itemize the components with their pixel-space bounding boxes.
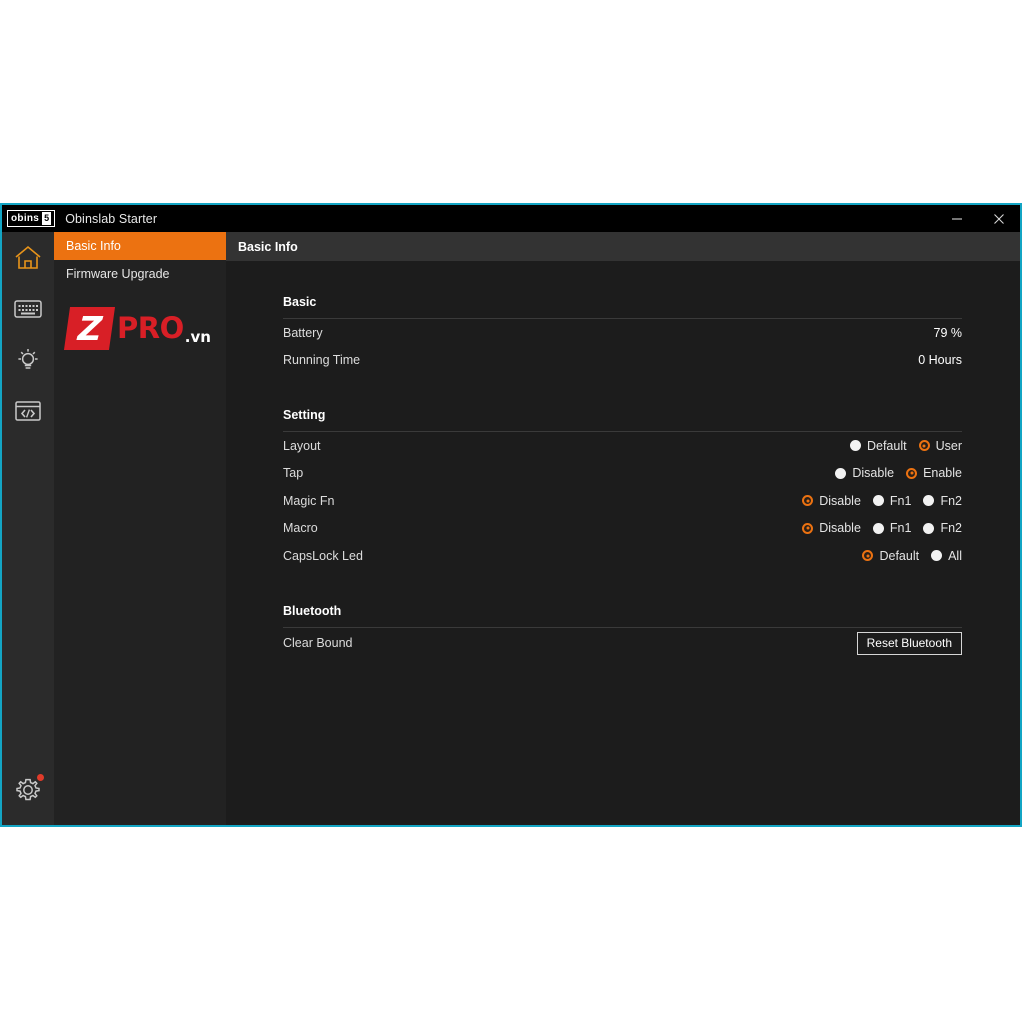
radio-indicator: [923, 522, 935, 534]
radio-indicator: [802, 495, 814, 507]
section-bluetooth: Bluetooth Clear Bound Reset Bluetooth: [283, 604, 962, 659]
radio-indicator: [918, 440, 930, 452]
code-icon[interactable]: [2, 385, 54, 436]
row-label: Clear Bound: [283, 636, 353, 650]
radio-label: Enable: [923, 466, 962, 481]
layout-radio-group: Default User: [849, 438, 962, 453]
radio-option-enable[interactable]: Enable: [906, 466, 962, 480]
lightbulb-icon[interactable]: [2, 334, 54, 385]
row-label: Battery: [283, 325, 323, 340]
radio-indicator: [906, 467, 918, 479]
row-label: Running Time: [283, 353, 361, 368]
radio-option-fn1[interactable]: Fn1: [872, 521, 912, 536]
section-basic: Basic Battery 79 % Running Time 0 Hours: [283, 295, 962, 374]
radio-indicator: [835, 467, 847, 479]
row-label: Tap: [283, 466, 304, 481]
section-setting: Setting Layout Default User Tap Disable …: [283, 408, 962, 570]
zpro-logo-vn: .vn: [184, 328, 211, 346]
radio-label: Fn1: [889, 521, 912, 536]
section-title: Setting: [283, 408, 962, 432]
zpro-logo-mark: Z: [63, 307, 116, 350]
row-capslock-led: CapsLock Led Default All: [283, 542, 962, 570]
radio-indicator: [802, 522, 814, 534]
radio-label: User: [935, 438, 962, 453]
obins-logo-badge: obins 5: [7, 210, 56, 227]
zpro-logo-z: Z: [76, 309, 103, 348]
row-label: Magic Fn: [283, 493, 335, 508]
radio-label: Disable: [819, 521, 861, 536]
brand-badge-text: obins: [11, 213, 40, 224]
row-tap: Tap Disable Enable: [283, 460, 962, 488]
sidebar-item-basic-info[interactable]: Basic Info: [54, 232, 226, 260]
page-title: Basic Info: [226, 232, 1020, 261]
macro-radio-group: Disable Fn1 Fn2: [802, 521, 962, 535]
close-button[interactable]: [978, 205, 1020, 232]
keyboard-icon[interactable]: [2, 283, 54, 334]
window-controls: [936, 205, 1020, 232]
tap-radio-group: Disable Enable: [835, 466, 962, 480]
radio-option-fn2[interactable]: Fn2: [923, 521, 962, 535]
radio-indicator: [872, 495, 884, 507]
row-running-time: Running Time 0 Hours: [283, 347, 962, 375]
sidebar-item-label: Basic Info: [66, 239, 121, 253]
radio-option-all[interactable]: All: [931, 549, 962, 563]
sidebar-item-firmware-upgrade[interactable]: Firmware Upgrade: [54, 260, 226, 288]
row-label: CapsLock Led: [283, 548, 363, 563]
radio-label: Fn1: [889, 493, 912, 508]
radio-option-default[interactable]: Default: [862, 549, 919, 563]
radio-label: All: [948, 548, 962, 563]
radio-option-default[interactable]: Default: [849, 438, 907, 453]
radio-indicator: [923, 495, 935, 507]
radio-option-fn2[interactable]: Fn2: [923, 494, 962, 508]
brand-badge-mark: 5: [42, 212, 52, 225]
radio-label: Fn2: [940, 521, 962, 536]
radio-label: Default: [866, 438, 907, 453]
radio-option-user[interactable]: User: [918, 438, 962, 453]
battery-value: 79 %: [933, 325, 963, 340]
row-layout: Layout Default User: [283, 432, 962, 460]
sidebar-item-label: Firmware Upgrade: [66, 267, 170, 281]
content-scroll-area: Basic Battery 79 % Running Time 0 Hours …: [226, 261, 1020, 825]
radio-option-fn1[interactable]: Fn1: [872, 493, 912, 508]
row-label: Layout: [283, 438, 321, 453]
home-icon[interactable]: [2, 232, 54, 283]
nav-sidebar: Basic Info Firmware Upgrade Z PRO .vn: [54, 232, 226, 825]
app-body: Basic Info Firmware Upgrade Z PRO .vn Ba…: [2, 232, 1020, 825]
radio-label: Disable: [819, 493, 861, 508]
running-time-value: 0 Hours: [918, 353, 962, 368]
radio-option-disable[interactable]: Disable: [835, 466, 894, 480]
row-macro: Macro Disable Fn1 Fn2: [283, 515, 962, 543]
radio-indicator: [849, 440, 861, 452]
row-label: Macro: [283, 521, 318, 536]
window-title: Obinslab Starter: [65, 211, 158, 226]
title-bar[interactable]: obins 5 Obinslab Starter: [2, 205, 1020, 232]
row-magic-fn: Magic Fn Disable Fn1 Fn2: [283, 487, 962, 515]
row-battery: Battery 79 %: [283, 319, 962, 347]
radio-label: Fn2: [940, 493, 962, 508]
section-title: Basic: [283, 295, 962, 319]
magic-fn-radio-group: Disable Fn1 Fn2: [802, 494, 962, 508]
settings-badge-dot: [37, 774, 44, 781]
icon-rail: [2, 232, 54, 825]
radio-option-disable[interactable]: Disable: [802, 521, 861, 535]
section-title: Bluetooth: [283, 604, 962, 628]
app-window: obins 5 Obinslab Starter Basic Info Firm…: [0, 203, 1022, 827]
radio-option-disable[interactable]: Disable: [802, 494, 861, 508]
radio-indicator: [931, 550, 943, 562]
gear-icon[interactable]: [2, 764, 54, 815]
radio-indicator: [862, 550, 874, 562]
zpro-logo-pro: PRO: [117, 311, 184, 345]
row-clear-bound: Clear Bound Reset Bluetooth: [283, 628, 962, 659]
minimize-button[interactable]: [936, 205, 978, 232]
reset-bluetooth-button[interactable]: Reset Bluetooth: [856, 631, 962, 655]
capslock-led-radio-group: Default All: [862, 549, 962, 563]
zpro-logo: Z PRO .vn: [63, 307, 226, 350]
radio-label: Disable: [852, 466, 895, 481]
content-panel: Basic Info Basic Battery 79 % Running Ti…: [226, 232, 1020, 825]
radio-indicator: [872, 522, 884, 534]
radio-label: Default: [879, 548, 920, 563]
